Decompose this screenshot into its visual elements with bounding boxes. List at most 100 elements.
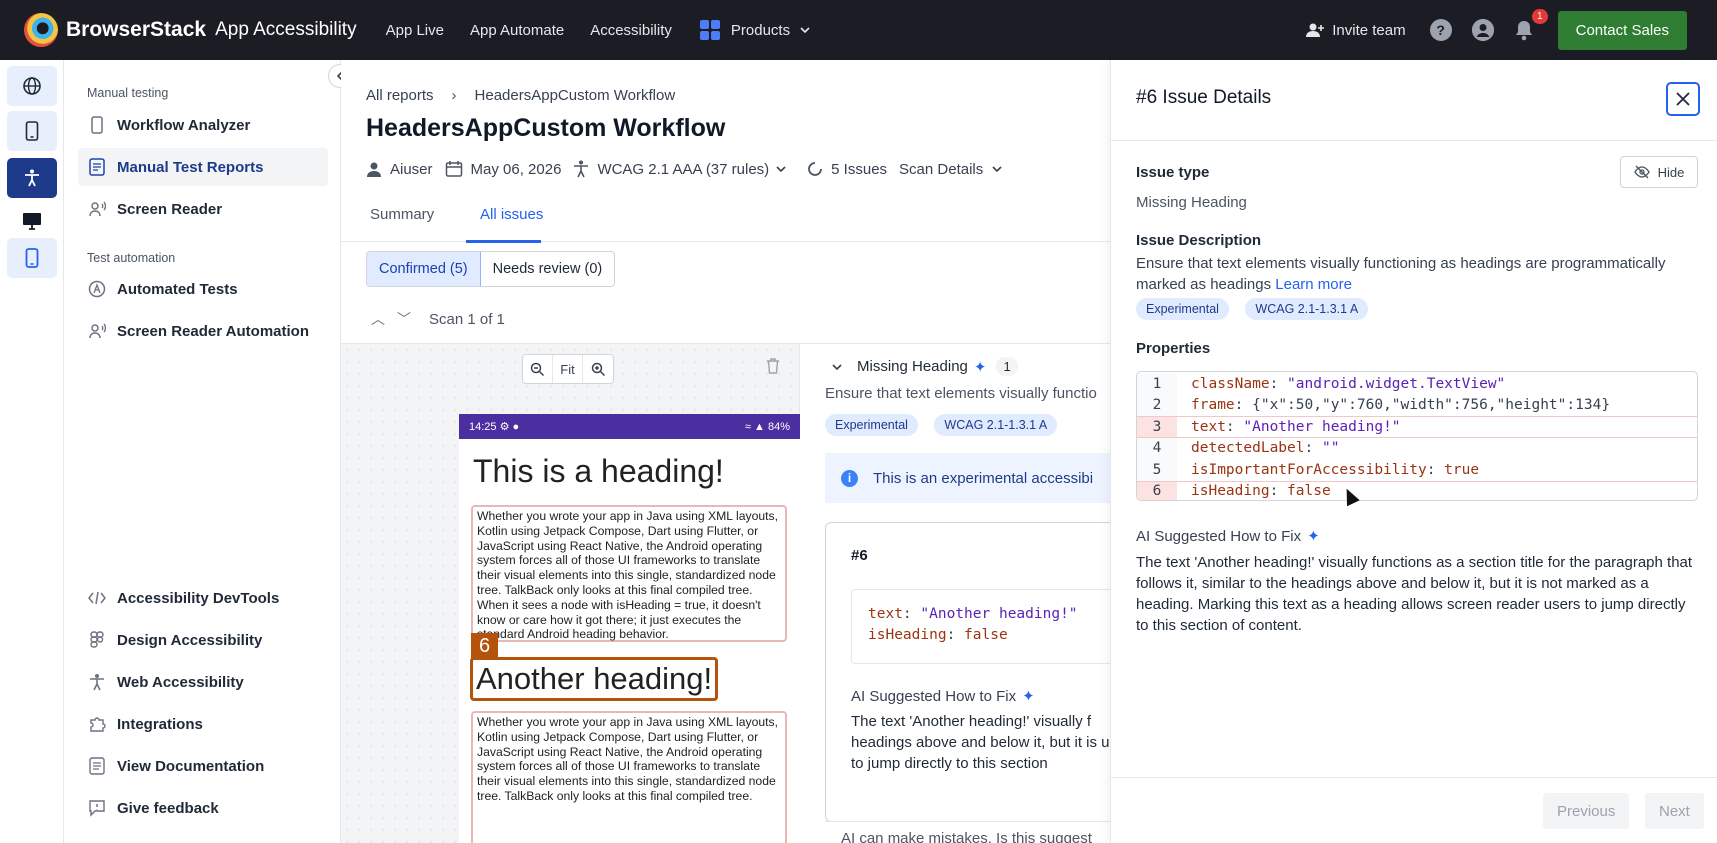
page-title: HeadersAppCustom Workflow <box>366 114 726 142</box>
product-name[interactable]: App Accessibility <box>215 19 357 41</box>
accessibility-person-icon <box>88 673 106 691</box>
help-icon[interactable]: ? <box>1429 19 1452 41</box>
user-icon <box>367 162 381 177</box>
report-meta: Aiuser May 06, 2026 WCAG 2.1 AAA (37 rul… <box>366 160 1015 178</box>
rail-accessibility-button[interactable] <box>7 158 57 198</box>
learn-more-link[interactable]: Learn more <box>1275 276 1352 293</box>
sidebar-item-label: Automated Tests <box>117 280 238 298</box>
document-icon <box>88 757 106 775</box>
issues-icon <box>808 162 823 176</box>
drawer-header: #6 Issue Details <box>1111 60 1717 141</box>
ai-fix-text: The text 'Another heading!' visually fun… <box>1136 554 1693 634</box>
properties-label: Properties <box>1136 340 1211 357</box>
figma-icon <box>88 631 106 649</box>
wcag-standard-label: WCAG 2.1 AAA (37 rules) <box>597 160 770 178</box>
sidebar-item-web-accessibility[interactable]: Web Accessibility <box>78 663 328 701</box>
device-paragraph-1: Whether you wrote your app in Java using… <box>471 505 787 642</box>
user-account-icon[interactable] <box>1471 19 1494 41</box>
sidebar-item-label: Integrations <box>117 715 203 733</box>
nav-app-live[interactable]: App Live <box>386 22 444 39</box>
issue-description-label: Issue Description <box>1136 232 1262 249</box>
zoom-out-button[interactable] <box>523 355 553 383</box>
rail-globe-button[interactable] <box>7 66 57 106</box>
chevron-right-icon: › <box>451 87 457 104</box>
experimental-tag: Experimental <box>1136 298 1229 320</box>
close-icon <box>1676 92 1690 106</box>
wcag-rule-tag: WCAG 2.1-1.3.1 A <box>1245 298 1369 320</box>
sidebar-item-give-feedback[interactable]: Give feedback <box>78 789 328 827</box>
trash-icon[interactable] <box>766 358 780 374</box>
sidebar-item-integrations[interactable]: Integrations <box>78 705 328 743</box>
zoom-in-icon <box>591 362 605 376</box>
device-paragraph-2: Whether you wrote your app in Java using… <box>471 711 787 843</box>
sidebar-item-screen-reader-automation[interactable]: Screen Reader Automation <box>78 312 328 350</box>
sidebar-item-label: Accessibility DevTools <box>117 589 280 607</box>
zoom-in-button[interactable] <box>583 355 613 383</box>
chevron-up-icon[interactable]: ︿ <box>371 309 385 329</box>
issue-group-header[interactable]: Missing Heading ✦ 1 <box>831 357 1018 376</box>
sidebar-item-label: Give feedback <box>117 799 219 817</box>
scan-details-dropdown[interactable]: Scan Details <box>899 161 1003 178</box>
sidebar-item-screen-reader[interactable]: Screen Reader <box>78 190 328 228</box>
sidebar-item-label: Workflow Analyzer <box>117 116 251 134</box>
contact-sales-button[interactable]: Contact Sales <box>1557 10 1687 50</box>
previous-button[interactable]: Previous <box>1543 793 1630 829</box>
device-heading-2-highlighted[interactable]: Another heading! <box>470 657 719 701</box>
screen-reader-icon <box>88 200 106 218</box>
tab-summary[interactable]: Summary <box>370 206 434 223</box>
issue-number-badge[interactable]: 6 <box>471 633 498 660</box>
sidebar-item-view-documentation[interactable]: View Documentation <box>78 747 328 785</box>
puzzle-icon <box>88 715 106 733</box>
active-tab-indicator <box>466 240 541 243</box>
confirmed-filter-button[interactable]: Confirmed (5) <box>367 252 481 286</box>
invite-team-button[interactable]: Invite team <box>1305 22 1406 39</box>
ai-fix-heading: AI Suggested How to Fix ✦ <box>1136 527 1320 546</box>
automation-icon <box>88 280 106 298</box>
drawer-footer: Previous Next <box>1111 777 1717 843</box>
manual-testing-heading: Manual testing <box>87 86 169 100</box>
breadcrumb-current: HeadersAppCustom Workflow <box>474 87 676 104</box>
hide-button[interactable]: Hide <box>1620 156 1698 188</box>
ai-disclaimer: AI can make mistakes. Is this suggest <box>825 821 1110 843</box>
ai-fix-text: The text 'Another heading!' visually f h… <box>851 713 1110 772</box>
info-icon: i <box>841 469 858 487</box>
tab-all-issues[interactable]: All issues <box>480 206 543 223</box>
property-line: 5 isImportantForAccessibility: true <box>1137 459 1697 481</box>
fit-button[interactable]: Fit <box>553 355 583 383</box>
ai-sparkle-icon: ✦ <box>1307 528 1320 545</box>
device-time: 14:25 <box>469 421 497 433</box>
close-drawer-button[interactable] <box>1666 82 1700 116</box>
accessibility-person-icon <box>574 160 589 178</box>
screenshot-preview: Fit 14:25 ⚙ ● ≈ ▲ 84% This is a heading!… <box>341 344 800 843</box>
issue-card[interactable]: #6 text: "Another heading!" isHeading: f… <box>825 522 1110 822</box>
next-button[interactable]: Next <box>1645 793 1704 829</box>
rail-mobile-app-button[interactable] <box>7 238 57 278</box>
sidebar-item-accessibility-devtools[interactable]: Accessibility DevTools <box>78 579 328 617</box>
wcag-standard-dropdown[interactable]: WCAG 2.1 AAA (37 rules) <box>573 160 787 178</box>
nav-app-automate[interactable]: App Automate <box>470 22 564 39</box>
chevron-down-icon <box>776 166 786 173</box>
sidebar-item-automated-tests[interactable]: Automated Tests <box>78 270 328 308</box>
nav-products-menu[interactable]: Products <box>699 20 812 40</box>
rail-desktop-button[interactable] <box>7 201 57 241</box>
sidebar-item-manual-test-reports[interactable]: Manual Test Reports <box>78 148 328 186</box>
scan-label: Scan 1 of 1 <box>429 310 505 328</box>
sidebar-item-label: Design Accessibility <box>117 631 263 649</box>
report-icon <box>88 158 106 176</box>
brand-name[interactable]: BrowserStack <box>66 18 206 42</box>
sidebar-item-workflow-analyzer[interactable]: Workflow Analyzer <box>78 106 328 144</box>
product-icon-rail <box>0 60 64 843</box>
chevron-down-icon[interactable]: ﹀ <box>397 309 411 329</box>
issue-group-description: Ensure that text elements visually funct… <box>825 385 1097 402</box>
browserstack-logo-icon[interactable] <box>24 13 58 47</box>
notifications-bell-icon[interactable]: 1 <box>1514 9 1548 41</box>
device-heading-1: This is a heading! <box>473 453 724 489</box>
drawer-title: #6 Issue Details <box>1136 87 1272 108</box>
sidebar-item-label: Screen Reader Automation <box>117 322 309 340</box>
sidebar-item-design-accessibility[interactable]: Design Accessibility <box>78 621 328 659</box>
nav-accessibility[interactable]: Accessibility <box>590 22 672 39</box>
needs-review-filter-button[interactable]: Needs review (0) <box>481 252 615 286</box>
globe-icon <box>23 77 41 95</box>
breadcrumb-all-reports[interactable]: All reports <box>366 87 434 104</box>
rail-mobile-button[interactable] <box>7 111 57 151</box>
